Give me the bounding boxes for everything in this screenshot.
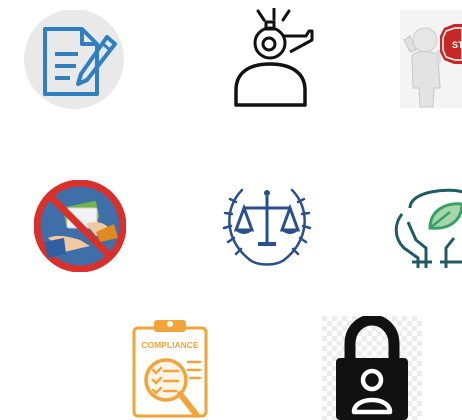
compliance-clipboard-icon: COMPLIANCE bbox=[130, 318, 210, 420]
stop-sign-figure-icon: STO bbox=[400, 10, 462, 108]
document-edit-icon bbox=[20, 10, 128, 110]
justice-scales-icon bbox=[214, 180, 320, 272]
hands-leaf-icon bbox=[392, 178, 462, 268]
padlock-user-icon bbox=[322, 316, 422, 420]
no-bribery-icon bbox=[34, 180, 126, 272]
stop-sign-text: STO bbox=[452, 40, 462, 50]
compliance-label: COMPLIANCE bbox=[141, 340, 198, 350]
whistleblower-icon bbox=[228, 8, 318, 110]
